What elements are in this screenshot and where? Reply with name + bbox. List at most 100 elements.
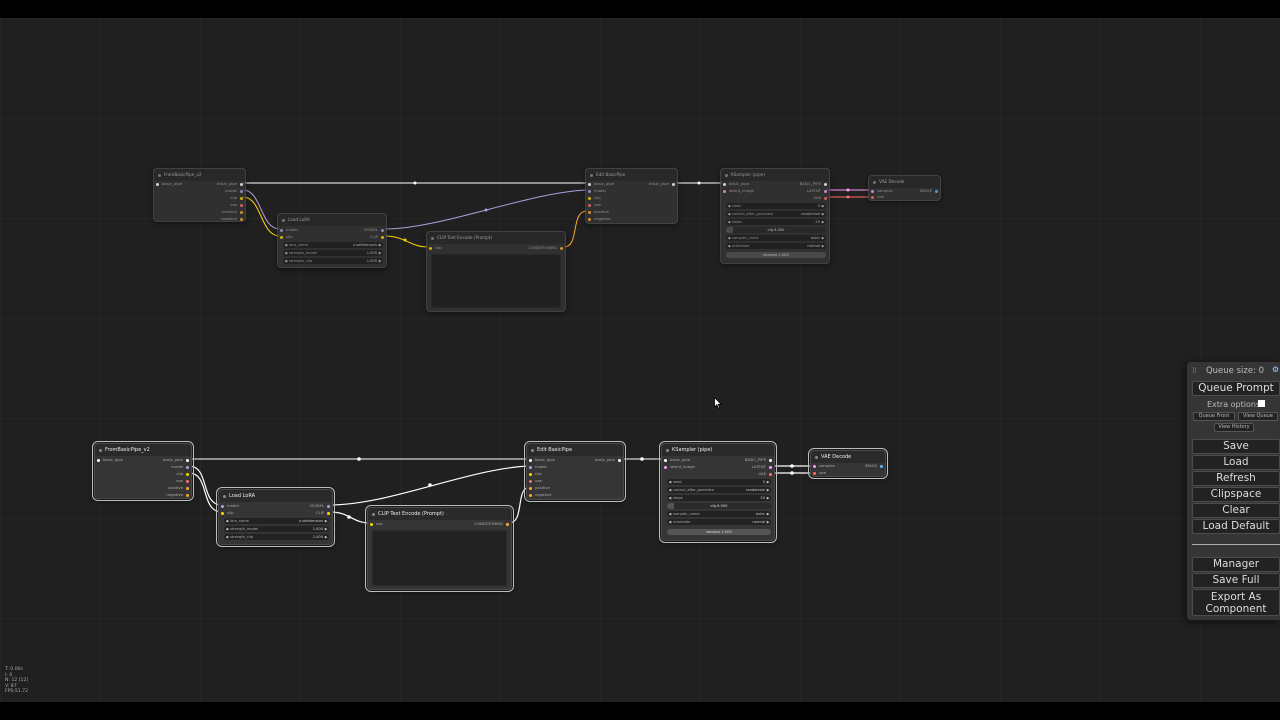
output-conditioning[interactable]: CONDITIONING — [474, 521, 509, 527]
input-positive[interactable]: positive — [588, 209, 609, 215]
output-clip[interactable]: clip — [230, 195, 243, 201]
queue-front-button[interactable]: Queue Front — [1193, 412, 1235, 421]
widget-seed[interactable]: ◀ seed 0 ▶ — [726, 203, 826, 209]
output-vae[interactable]: vae — [176, 478, 189, 484]
node-from-basic-pipe-bottom[interactable]: FromBasicPipe_v2 basic_pipe basic_pipe m… — [92, 441, 194, 501]
input-basic-pipe[interactable]: basic_pipe — [156, 181, 182, 187]
input-positive[interactable]: positive — [529, 485, 550, 491]
widget-strength-model[interactable]: ◀ strength_model 1.000 ▶ — [224, 526, 329, 532]
output-vae[interactable]: VAE — [759, 471, 772, 477]
input-latent-image[interactable]: latent_image — [664, 464, 695, 470]
node-ksampler-pipe-bottom[interactable]: KSampler (pipe) basic_pipe latent_image … — [659, 441, 777, 543]
output-clip[interactable]: clip — [176, 471, 189, 477]
prompt-textarea[interactable] — [372, 530, 507, 586]
node-graph-canvas[interactable]: FromBasicPipe_v2 basic_pipe basic_pipe m… — [0, 18, 1280, 702]
export-as-component-button[interactable]: Export As Component — [1192, 589, 1280, 616]
input-basic-pipe[interactable]: basic_pipe — [664, 457, 690, 463]
input-vae[interactable]: vae — [588, 202, 601, 208]
node-load-lora-bottom[interactable]: Load LoRA model clip MODEL CLIP ◀ lora_na… — [216, 487, 335, 547]
widget-lora-name[interactable]: ◀ lora_name x.safetensors ▶ — [224, 518, 329, 524]
widget-steps[interactable]: ◀ steps 20 ▶ — [667, 495, 771, 501]
output-basic-pipe[interactable]: basic_pipe — [217, 181, 243, 187]
output-conditioning[interactable]: CONDITIONING — [528, 245, 563, 251]
load-default-button[interactable]: Load Default — [1192, 519, 1280, 534]
input-vae[interactable]: vae — [529, 478, 542, 484]
refresh-button[interactable]: Refresh — [1192, 471, 1280, 486]
input-model[interactable]: model — [280, 227, 298, 233]
widget-strength-clip[interactable]: ◀ strength_clip 1.000 ▶ — [224, 534, 329, 540]
output-negative[interactable]: negative — [166, 492, 189, 498]
widget-strength-clip[interactable]: ◀ strength_clip 1.000 ▶ — [283, 258, 383, 264]
input-basic-pipe[interactable]: basic_pipe — [529, 457, 555, 463]
input-clip[interactable]: clip — [280, 234, 293, 240]
node-vae-decode-top[interactable]: VAE Decode samples vae IMAGE — [868, 175, 941, 201]
output-basic-pipe[interactable]: basic_pipe — [649, 181, 675, 187]
input-samples[interactable]: samples — [813, 463, 835, 469]
view-queue-button[interactable]: View Queue — [1238, 412, 1278, 421]
view-history-button[interactable]: View History — [1214, 423, 1254, 432]
widget-scheduler[interactable]: ◀ scheduler normal ▶ — [667, 519, 771, 525]
input-vae[interactable]: vae — [813, 470, 826, 476]
output-image[interactable]: IMAGE — [920, 188, 938, 194]
widget-cfg-slider[interactable]: cfg 8.000 — [726, 227, 826, 233]
load-button[interactable]: Load — [1192, 455, 1280, 470]
output-model[interactable]: model — [171, 464, 189, 470]
widget-steps[interactable]: ◀ steps 20 ▶ — [726, 219, 826, 225]
output-negative[interactable]: negative — [220, 216, 243, 222]
output-basic-pipe[interactable]: basic_pipe — [163, 457, 189, 463]
output-clip[interactable]: CLIP — [316, 510, 330, 516]
widget-scheduler[interactable]: ◀ scheduler normal ▶ — [726, 243, 826, 249]
node-from-basic-pipe-top[interactable]: FromBasicPipe_v2 basic_pipe basic_pipe m… — [153, 168, 246, 222]
widget-control-after-generate[interactable]: ◀ control_after_generate randomize ▶ — [726, 211, 826, 217]
save-full-button[interactable]: Save Full — [1192, 573, 1280, 588]
output-image[interactable]: IMAGE — [865, 463, 883, 469]
node-clip-text-encode-bottom[interactable]: CLIP Text Encode (Prompt) clip CONDITION… — [365, 505, 514, 592]
widget-strength-model[interactable]: ◀ strength_model 1.000 ▶ — [283, 250, 383, 256]
input-basic-pipe[interactable]: basic_pipe — [97, 457, 123, 463]
input-negative[interactable]: negative — [529, 492, 552, 498]
input-negative[interactable]: negative — [588, 216, 611, 222]
input-model[interactable]: model — [588, 188, 606, 194]
output-basic-pipe[interactable]: BASIC_PIPE — [800, 181, 827, 187]
node-ksampler-pipe-top[interactable]: KSampler (pipe) basic_pipe latent_image … — [720, 168, 830, 264]
output-latent[interactable]: LATENT — [807, 188, 827, 194]
widget-cfg-slider[interactable]: cfg 8.000 — [667, 503, 771, 509]
input-latent-image[interactable]: latent_image — [723, 188, 754, 194]
output-positive[interactable]: positive — [168, 485, 189, 491]
input-clip[interactable]: clip — [429, 245, 442, 251]
widget-control-after-generate[interactable]: ◀ control_after_generate randomize ▶ — [667, 487, 771, 493]
widget-sampler-name[interactable]: ◀ sampler_name euler ▶ — [667, 511, 771, 517]
clipspace-button[interactable]: Clipspace — [1192, 487, 1280, 502]
input-model[interactable]: model — [529, 464, 547, 470]
output-basic-pipe[interactable]: BASIC_PIPE — [745, 457, 772, 463]
queue-prompt-button[interactable]: Queue Prompt — [1192, 381, 1280, 396]
output-model[interactable]: MODEL — [364, 227, 384, 233]
node-edit-basic-pipe-bottom[interactable]: Edit BasicPipe basic_pipe model clip vae… — [524, 441, 626, 502]
input-clip[interactable]: clip — [529, 471, 542, 477]
node-load-lora-top[interactable]: Load LoRA model clip MODEL CLIP ◀ lora_na… — [277, 213, 387, 268]
output-model[interactable]: model — [225, 188, 243, 194]
input-model[interactable]: model — [221, 503, 239, 509]
node-edit-basic-pipe-top[interactable]: Edit BasicPipe basic_pipe model clip vae… — [585, 168, 678, 224]
prompt-textarea[interactable] — [431, 254, 561, 308]
output-model[interactable]: MODEL — [310, 503, 330, 509]
node-clip-text-encode-top[interactable]: CLIP Text Encode (Prompt) clip CONDITION… — [426, 231, 566, 312]
input-clip[interactable]: clip — [370, 521, 383, 527]
input-clip[interactable]: clip — [221, 510, 234, 516]
widget-seed[interactable]: ◀ seed 0 ▶ — [667, 479, 771, 485]
output-positive[interactable]: positive — [222, 209, 243, 215]
widget-sampler-name[interactable]: ◀ sampler_name euler ▶ — [726, 235, 826, 241]
manager-button[interactable]: Manager — [1192, 557, 1280, 572]
input-basic-pipe[interactable]: basic_pipe — [588, 181, 614, 187]
output-basic-pipe[interactable]: basic_pipe — [595, 457, 621, 463]
widget-denoise[interactable]: denoise 1.000 — [726, 252, 826, 258]
input-vae[interactable]: vae — [871, 194, 884, 200]
input-clip[interactable]: clip — [588, 195, 601, 201]
save-button[interactable]: Save — [1192, 439, 1280, 454]
widget-lora-name[interactable]: ◀ lora_name x.safetensors ▶ — [283, 242, 383, 248]
gear-icon[interactable]: ⚙ — [1272, 365, 1279, 374]
clear-button[interactable]: Clear — [1192, 503, 1280, 518]
widget-denoise[interactable]: denoise 1.000 — [667, 529, 771, 535]
node-vae-decode-bottom[interactable]: VAE Decode samples vae IMAGE — [808, 448, 888, 479]
output-vae[interactable]: vae — [230, 202, 243, 208]
